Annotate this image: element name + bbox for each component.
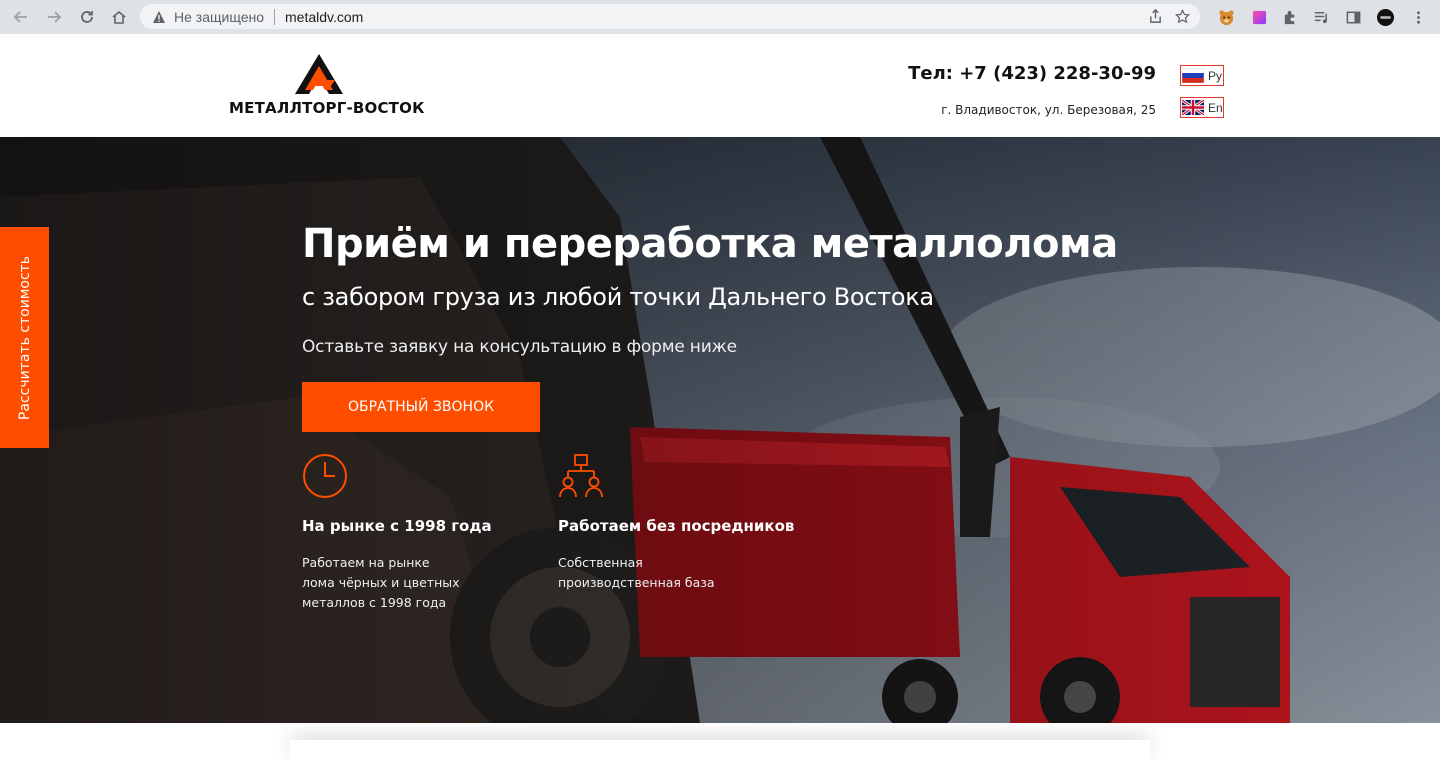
org-structure-icon (559, 454, 603, 498)
callback-button[interactable]: ОБРАТНЫЙ ЗВОНОК (302, 382, 540, 432)
clock-icon (303, 454, 347, 498)
language-ru-button[interactable]: Ру (1180, 65, 1224, 86)
language-en-button[interactable]: En (1180, 97, 1224, 118)
media-playlist-icon[interactable] (1311, 7, 1331, 27)
feature-description: Работаем на рынке лома чёрных и цветных … (302, 555, 460, 610)
security-label[interactable]: Не защищено (174, 9, 264, 25)
logo[interactable]: МЕТАЛЛТОРГ-ВОСТОК (229, 52, 424, 120)
warning-icon (153, 10, 165, 23)
browser-toolbar: Не защищено metaldv.com (0, 0, 1440, 34)
home-icon[interactable] (108, 6, 130, 28)
feature-no-intermediaries: Работаем без посредников Собственная про… (558, 453, 798, 590)
feature-since-1998: На рынке с 1998 года Работаем на рынке л… (302, 453, 542, 610)
extension-bear-icon[interactable] (1216, 7, 1236, 27)
side-panel-icon[interactable] (1343, 7, 1363, 27)
hero-subtitle: с забором груза из любой точки Дальнего … (302, 283, 934, 311)
content-card-edge (290, 740, 1150, 760)
language-en-label: En (1208, 100, 1223, 115)
forward-icon[interactable] (43, 6, 65, 28)
share-icon[interactable] (1148, 9, 1163, 24)
menu-kebab-icon[interactable] (1408, 7, 1428, 27)
back-icon[interactable] (10, 6, 32, 28)
hero-section: Приём и переработка металлолома с заборо… (0, 137, 1440, 723)
logo-mark-icon (295, 54, 343, 94)
address: г. Владивосток, ул. Березовая, 25 (941, 103, 1156, 117)
feature-description: Собственная производственная база (558, 555, 715, 590)
calculate-cost-label: Рассчитать стоимость (16, 255, 33, 420)
omnibox-divider (274, 8, 275, 25)
russia-flag-icon (1182, 68, 1204, 83)
phone-number[interactable]: Тел: +7 (423) 228-30-99 (908, 63, 1156, 84)
calculate-cost-tab[interactable]: Рассчитать стоимость (0, 227, 49, 448)
hero-title: Приём и переработка металлолома (302, 221, 1118, 267)
reload-icon[interactable] (76, 6, 98, 28)
logo-text: МЕТАЛЛТОРГ-ВОСТОК (229, 99, 425, 117)
url-text[interactable]: metaldv.com (285, 9, 363, 25)
feature-title: На рынке с 1998 года (302, 517, 492, 535)
uk-flag-icon (1182, 100, 1204, 115)
language-ru-label: Ру (1208, 68, 1223, 83)
hero-note: Оставьте заявку на консультацию в форме … (302, 337, 737, 357)
address-bar[interactable]: Не защищено metaldv.com (140, 4, 1200, 29)
extensions-puzzle-icon[interactable] (1280, 7, 1300, 27)
extension-gradient-icon[interactable] (1249, 7, 1269, 27)
site-header: МЕТАЛЛТОРГ-ВОСТОК Тел: +7 (423) 228-30-9… (0, 34, 1440, 137)
bookmark-star-icon[interactable] (1175, 9, 1190, 24)
feature-title: Работаем без посредников (558, 517, 795, 535)
profile-avatar-icon[interactable] (1375, 7, 1395, 27)
